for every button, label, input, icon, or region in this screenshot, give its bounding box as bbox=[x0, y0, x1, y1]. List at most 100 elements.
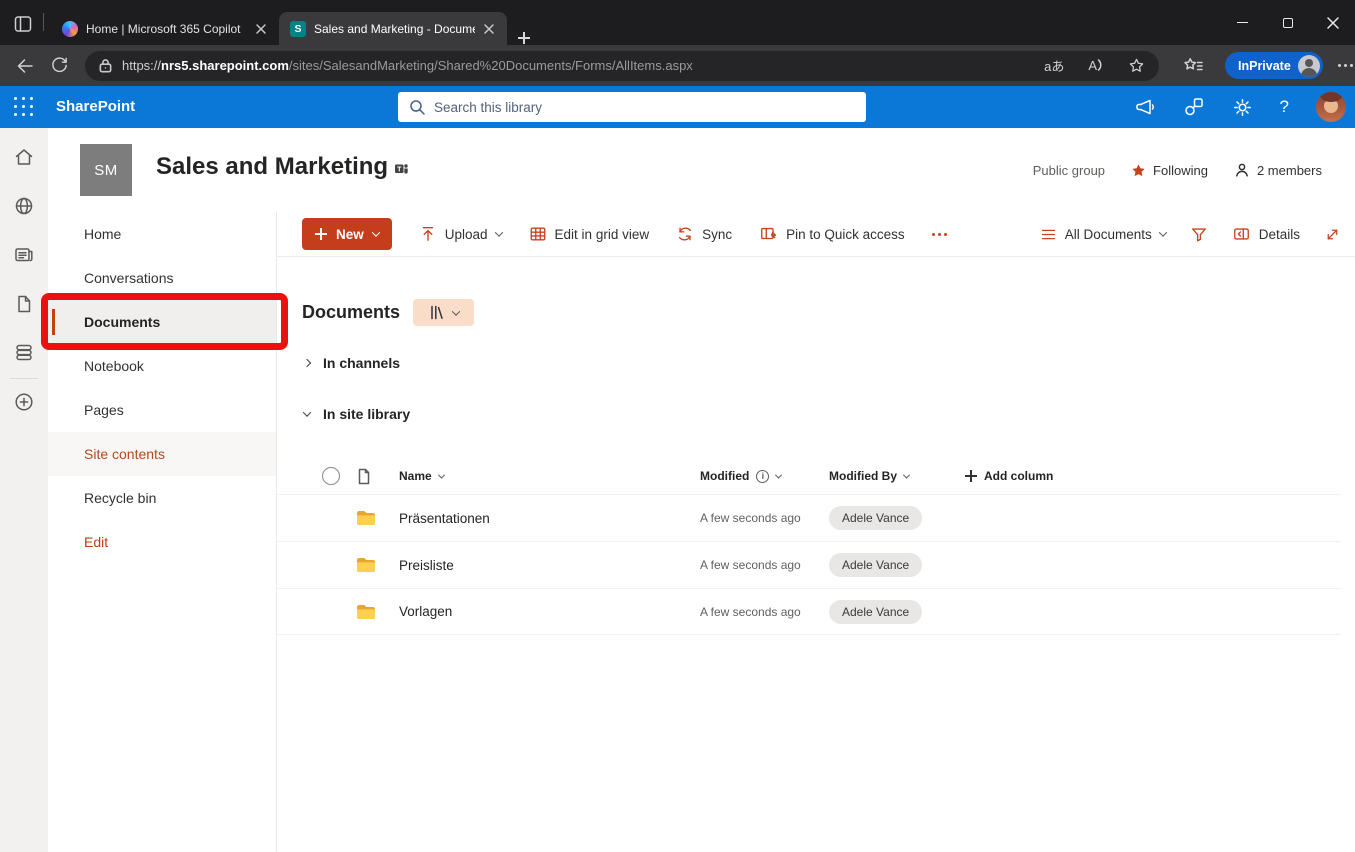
sidebar-item-notebook[interactable]: Notebook bbox=[48, 344, 276, 388]
following-button[interactable]: Following bbox=[1131, 163, 1208, 178]
members-button[interactable]: 2 members bbox=[1234, 162, 1322, 178]
modified-by-cell[interactable]: Adele Vance bbox=[812, 553, 948, 577]
expand-icon[interactable] bbox=[1324, 226, 1341, 243]
folder-icon bbox=[349, 510, 383, 526]
person-pill[interactable]: Adele Vance bbox=[829, 506, 922, 530]
section-in-channels[interactable]: In channels bbox=[304, 355, 400, 371]
rail-news-icon[interactable] bbox=[13, 244, 35, 266]
column-header-name[interactable]: Name bbox=[383, 469, 683, 483]
new-button[interactable]: New bbox=[302, 218, 392, 250]
help-icon[interactable]: ? bbox=[1280, 97, 1289, 117]
edit-grid-view-button[interactable]: Edit in grid view bbox=[529, 225, 650, 243]
sidebar-item-edit[interactable]: Edit bbox=[48, 520, 276, 564]
document-name[interactable]: Vorlagen bbox=[383, 604, 683, 619]
command-bar-right: All Documents Details bbox=[1040, 225, 1341, 243]
command-overflow-icon[interactable] bbox=[932, 233, 947, 236]
tab-title: Sales and Marketing - Documents bbox=[314, 22, 475, 36]
site-logo[interactable]: SM bbox=[80, 144, 132, 196]
section-in-site-library[interactable]: In site library bbox=[304, 406, 410, 422]
browser-toolbar: https://nrs5.sharepoint.com/sites/Salesa… bbox=[0, 45, 1355, 86]
documents-table: Name Modified i Modified By Add column bbox=[277, 458, 1341, 635]
search-icon bbox=[409, 99, 425, 115]
sharepoint-brand[interactable]: SharePoint bbox=[56, 86, 135, 128]
column-header-modified-by[interactable]: Modified By bbox=[812, 469, 948, 483]
sync-icon bbox=[676, 225, 694, 243]
modified-by-cell[interactable]: Adele Vance bbox=[812, 600, 948, 624]
window-close-button[interactable] bbox=[1310, 0, 1355, 45]
table-row[interactable]: Präsentationen A few seconds ago Adele V… bbox=[277, 494, 1341, 541]
rail-divider bbox=[10, 378, 38, 379]
org-explorer-icon[interactable] bbox=[1183, 96, 1205, 118]
sync-button[interactable]: Sync bbox=[676, 225, 732, 243]
rail-documents-icon[interactable] bbox=[13, 293, 35, 315]
add-column-button[interactable]: Add column bbox=[948, 469, 1341, 483]
following-star-icon bbox=[1131, 163, 1146, 178]
sidebar-item-site-contents[interactable]: Site contents bbox=[48, 432, 276, 476]
tab-actions-icon[interactable] bbox=[13, 14, 33, 34]
rail-lists-icon[interactable] bbox=[13, 341, 35, 363]
command-bar: New Upload Edit in grid view Sync Pin to… bbox=[277, 212, 1355, 256]
announcements-icon[interactable] bbox=[1134, 96, 1156, 118]
browser-tab-sharepoint[interactable]: S Sales and Marketing - Documents bbox=[279, 12, 507, 45]
favorite-star-icon[interactable] bbox=[1128, 57, 1145, 74]
tab-title: Home | Microsoft 365 Copilot bbox=[86, 22, 247, 36]
file-type-column-icon[interactable] bbox=[349, 468, 383, 485]
grid-icon bbox=[529, 225, 547, 243]
window-minimize-button[interactable] bbox=[1220, 0, 1265, 45]
sidebar-item-home[interactable]: Home bbox=[48, 212, 276, 256]
teams-icon[interactable] bbox=[394, 161, 409, 176]
settings-gear-icon[interactable] bbox=[1232, 97, 1253, 118]
filter-button[interactable] bbox=[1190, 225, 1208, 243]
address-bar[interactable]: https://nrs5.sharepoint.com/sites/Salesa… bbox=[85, 51, 1159, 81]
profile-avatar bbox=[1298, 55, 1320, 77]
details-button[interactable]: Details bbox=[1232, 225, 1300, 243]
table-row[interactable]: Vorlagen A few seconds ago Adele Vance bbox=[277, 588, 1341, 635]
tab-close-icon[interactable] bbox=[483, 23, 499, 35]
window-maximize-button[interactable] bbox=[1265, 0, 1310, 45]
upload-button[interactable]: Upload bbox=[419, 225, 502, 243]
inprivate-label: InPrivate bbox=[1238, 59, 1291, 73]
translate-icon[interactable]: aあ bbox=[1044, 56, 1064, 75]
pin-quick-access-button[interactable]: Pin to Quick access bbox=[759, 225, 905, 243]
folder-icon bbox=[349, 604, 383, 620]
rail-globe-icon[interactable] bbox=[13, 195, 35, 217]
account-avatar[interactable] bbox=[1316, 92, 1346, 122]
table-row[interactable]: Preisliste A few seconds ago Adele Vance bbox=[277, 541, 1341, 588]
table-header-row: Name Modified i Modified By Add column bbox=[277, 458, 1341, 494]
rail-home-icon[interactable] bbox=[13, 146, 35, 168]
read-aloud-icon[interactable]: A bbox=[1088, 58, 1104, 73]
favorites-collections-icon[interactable] bbox=[1183, 56, 1203, 76]
column-header-modified[interactable]: Modified i bbox=[683, 469, 812, 483]
view-list-icon bbox=[1040, 226, 1057, 243]
tab-close-icon[interactable] bbox=[255, 23, 271, 35]
search-input[interactable] bbox=[434, 100, 855, 115]
search-box[interactable] bbox=[398, 92, 866, 122]
sidebar-item-pages[interactable]: Pages bbox=[48, 388, 276, 432]
sidebar-item-conversations[interactable]: Conversations bbox=[48, 256, 276, 300]
library-heading-row: Documents bbox=[302, 299, 474, 326]
back-icon[interactable] bbox=[15, 56, 35, 76]
sidebar-item-recycle-bin[interactable]: Recycle bin bbox=[48, 476, 276, 520]
document-name[interactable]: Preisliste bbox=[383, 558, 683, 573]
modified-by-cell[interactable]: Adele Vance bbox=[812, 506, 948, 530]
browser-tab-copilot[interactable]: Home | Microsoft 365 Copilot bbox=[51, 12, 279, 45]
person-pill[interactable]: Adele Vance bbox=[829, 600, 922, 624]
app-launcher-icon[interactable] bbox=[14, 97, 34, 117]
address-bar-tools: aあ A bbox=[1044, 56, 1145, 75]
browser-tabstrip: Home | Microsoft 365 Copilot S Sales and… bbox=[0, 0, 1355, 45]
view-selector-button[interactable]: All Documents bbox=[1040, 226, 1166, 243]
sharepoint-suite-bar: SharePoint ? bbox=[0, 86, 1355, 128]
site-title[interactable]: Sales and Marketing bbox=[156, 153, 388, 181]
chevron-down-icon bbox=[451, 307, 459, 315]
lock-icon[interactable] bbox=[99, 58, 112, 73]
select-all-checkbox[interactable] bbox=[322, 467, 340, 485]
browser-menu-icon[interactable] bbox=[1338, 64, 1353, 67]
refresh-icon[interactable] bbox=[50, 56, 69, 75]
document-name[interactable]: Präsentationen bbox=[383, 511, 683, 526]
inprivate-badge[interactable]: InPrivate bbox=[1225, 52, 1323, 79]
person-pill[interactable]: Adele Vance bbox=[829, 553, 922, 577]
library-view-toggle[interactable] bbox=[413, 299, 474, 326]
sidebar-item-documents[interactable]: Documents bbox=[48, 300, 276, 344]
rail-add-icon[interactable] bbox=[13, 391, 35, 413]
chevron-down-icon bbox=[438, 471, 445, 478]
